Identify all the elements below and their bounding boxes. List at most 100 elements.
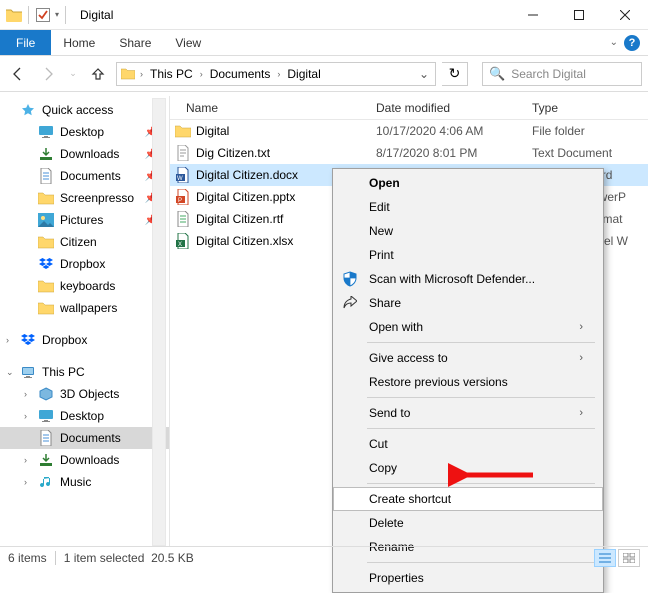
- cm-share[interactable]: Share: [333, 291, 603, 315]
- ribbon-expand-icon[interactable]: ⌄: [610, 37, 618, 48]
- forward-button[interactable]: [36, 62, 60, 86]
- window-title: Digital: [80, 8, 510, 22]
- docx-icon: W: [170, 167, 196, 183]
- chevron-right-icon[interactable]: ›: [6, 335, 9, 345]
- star-icon: [20, 102, 36, 118]
- cm-properties[interactable]: Properties: [333, 566, 603, 590]
- tree-item-documents[interactable]: Documents: [0, 427, 169, 449]
- chevron-right-icon[interactable]: ›: [24, 389, 27, 399]
- separator: [367, 342, 595, 343]
- svg-text:P: P: [178, 198, 182, 204]
- tree-item-screenpresso[interactable]: Screenpresso📌: [0, 187, 169, 209]
- cm-restore[interactable]: Restore previous versions: [333, 370, 603, 394]
- tree-label: This PC: [42, 365, 169, 379]
- chevron-right-icon: ›: [579, 321, 583, 333]
- tree-label: 3D Objects: [60, 387, 169, 401]
- separator: [367, 397, 595, 398]
- column-type[interactable]: Type: [532, 101, 648, 115]
- cm-cut[interactable]: Cut: [333, 432, 603, 456]
- pptx-icon: P: [170, 189, 196, 205]
- tree-item-dropbox[interactable]: Dropbox: [0, 253, 169, 275]
- breadcrumb-digital[interactable]: Digital: [283, 67, 324, 81]
- chevron-right-icon[interactable]: ›: [24, 455, 27, 465]
- file-row[interactable]: Digital10/17/2020 4:06 AMFile folder: [170, 120, 648, 142]
- up-button[interactable]: [86, 62, 110, 86]
- address-bar[interactable]: › This PC › Documents › Digital ⌄: [116, 62, 436, 86]
- search-input[interactable]: 🔍 Search Digital: [482, 62, 642, 86]
- minimize-button[interactable]: [510, 0, 556, 30]
- tree-item-documents[interactable]: Documents📌: [0, 165, 169, 187]
- tree-label: Dropbox: [42, 333, 169, 347]
- refresh-button[interactable]: ↻: [442, 62, 468, 86]
- column-date[interactable]: Date modified: [376, 101, 532, 115]
- tree-this-pc[interactable]: ⌄ This PC: [0, 361, 169, 383]
- chevron-down-icon[interactable]: ⌄: [6, 367, 14, 378]
- chevron-right-icon[interactable]: ›: [24, 411, 27, 421]
- breadcrumb-documents[interactable]: Documents: [206, 67, 275, 81]
- chevron-right-icon[interactable]: ›: [24, 477, 27, 487]
- tree-item-keyboards[interactable]: keyboards: [0, 275, 169, 297]
- address-dropdown-icon[interactable]: ⌄: [415, 67, 433, 81]
- cm-print[interactable]: Print: [333, 243, 603, 267]
- file-row[interactable]: Dig Citizen.txt8/17/2020 8:01 PMText Doc…: [170, 142, 648, 164]
- close-button[interactable]: [602, 0, 648, 30]
- home-tab[interactable]: Home: [51, 30, 107, 55]
- maximize-button[interactable]: [556, 0, 602, 30]
- chevron-right-icon[interactable]: ›: [274, 69, 283, 79]
- cm-open[interactable]: Open: [333, 171, 603, 195]
- tree-label: Dropbox: [60, 257, 169, 271]
- help-icon[interactable]: ?: [624, 35, 640, 51]
- svg-text:W: W: [177, 176, 183, 182]
- back-button[interactable]: [6, 62, 30, 86]
- tree-item-citizen[interactable]: Citizen: [0, 231, 169, 253]
- documents-icon: [38, 168, 54, 184]
- thumbnails-view-button[interactable]: [618, 549, 640, 567]
- cm-edit[interactable]: Edit: [333, 195, 603, 219]
- cm-delete[interactable]: Delete: [333, 511, 603, 535]
- documents-icon: [38, 430, 54, 446]
- details-view-button[interactable]: [594, 549, 616, 567]
- cm-send-to[interactable]: Send to›: [333, 401, 603, 425]
- tree-item-wallpapers[interactable]: wallpapers: [0, 297, 169, 319]
- cm-give-access[interactable]: Give access to›: [333, 346, 603, 370]
- column-headers: Name Date modified Type: [170, 96, 648, 120]
- chevron-right-icon[interactable]: ›: [197, 69, 206, 79]
- column-name[interactable]: Name: [170, 101, 376, 115]
- file-name: Dig Citizen.txt: [196, 146, 376, 160]
- cm-create-shortcut[interactable]: Create shortcut: [333, 487, 603, 511]
- xlsx-icon: X: [170, 233, 196, 249]
- tree-item-desktop[interactable]: Desktop📌: [0, 121, 169, 143]
- scrollbar-thumb[interactable]: [155, 100, 165, 140]
- cm-new[interactable]: New: [333, 219, 603, 243]
- tree-dropbox[interactable]: › Dropbox: [0, 329, 169, 351]
- pin-icon: 📌: [145, 193, 157, 204]
- tree-item-desktop[interactable]: ›Desktop: [0, 405, 169, 427]
- chevron-right-icon[interactable]: ›: [137, 69, 146, 79]
- downloads-icon: [38, 452, 54, 468]
- qat-dropdown-icon[interactable]: ▾: [55, 10, 59, 19]
- cm-scan[interactable]: Scan with Microsoft Defender...: [333, 267, 603, 291]
- recent-locations-button[interactable]: ⌄: [66, 62, 80, 86]
- properties-checkbox-icon[interactable]: [35, 7, 51, 23]
- tree-quick-access[interactable]: Quick access: [0, 99, 169, 121]
- tree-label: keyboards: [60, 279, 169, 293]
- view-tab[interactable]: View: [163, 30, 213, 55]
- tree-label: Downloads: [60, 453, 169, 467]
- share-tab[interactable]: Share: [107, 30, 163, 55]
- svg-text:X: X: [178, 242, 182, 248]
- tree-item-downloads[interactable]: › Downloads: [0, 449, 169, 471]
- breadcrumb-this-pc[interactable]: This PC: [146, 67, 197, 81]
- tree-label: Documents: [60, 431, 169, 445]
- scroll-up-icon[interactable]: ▴: [153, 96, 165, 108]
- tree-item-downloads[interactable]: Downloads📌: [0, 143, 169, 165]
- cm-open-with[interactable]: Open with›: [333, 315, 603, 339]
- tree-item-pictures[interactable]: Pictures📌: [0, 209, 169, 231]
- tree-item-3d-objects[interactable]: › 3D Objects: [0, 383, 169, 405]
- cm-copy[interactable]: Copy: [333, 456, 603, 480]
- file-type: File folder: [532, 124, 648, 138]
- tree-item-music[interactable]: ›Music: [0, 471, 169, 493]
- folder-icon: [38, 190, 54, 206]
- navigation-bar: ⌄ › This PC › Documents › Digital ⌄ ↻ 🔍 …: [0, 56, 648, 92]
- file-tab[interactable]: File: [0, 30, 51, 55]
- window-title-text: Digital: [80, 8, 113, 22]
